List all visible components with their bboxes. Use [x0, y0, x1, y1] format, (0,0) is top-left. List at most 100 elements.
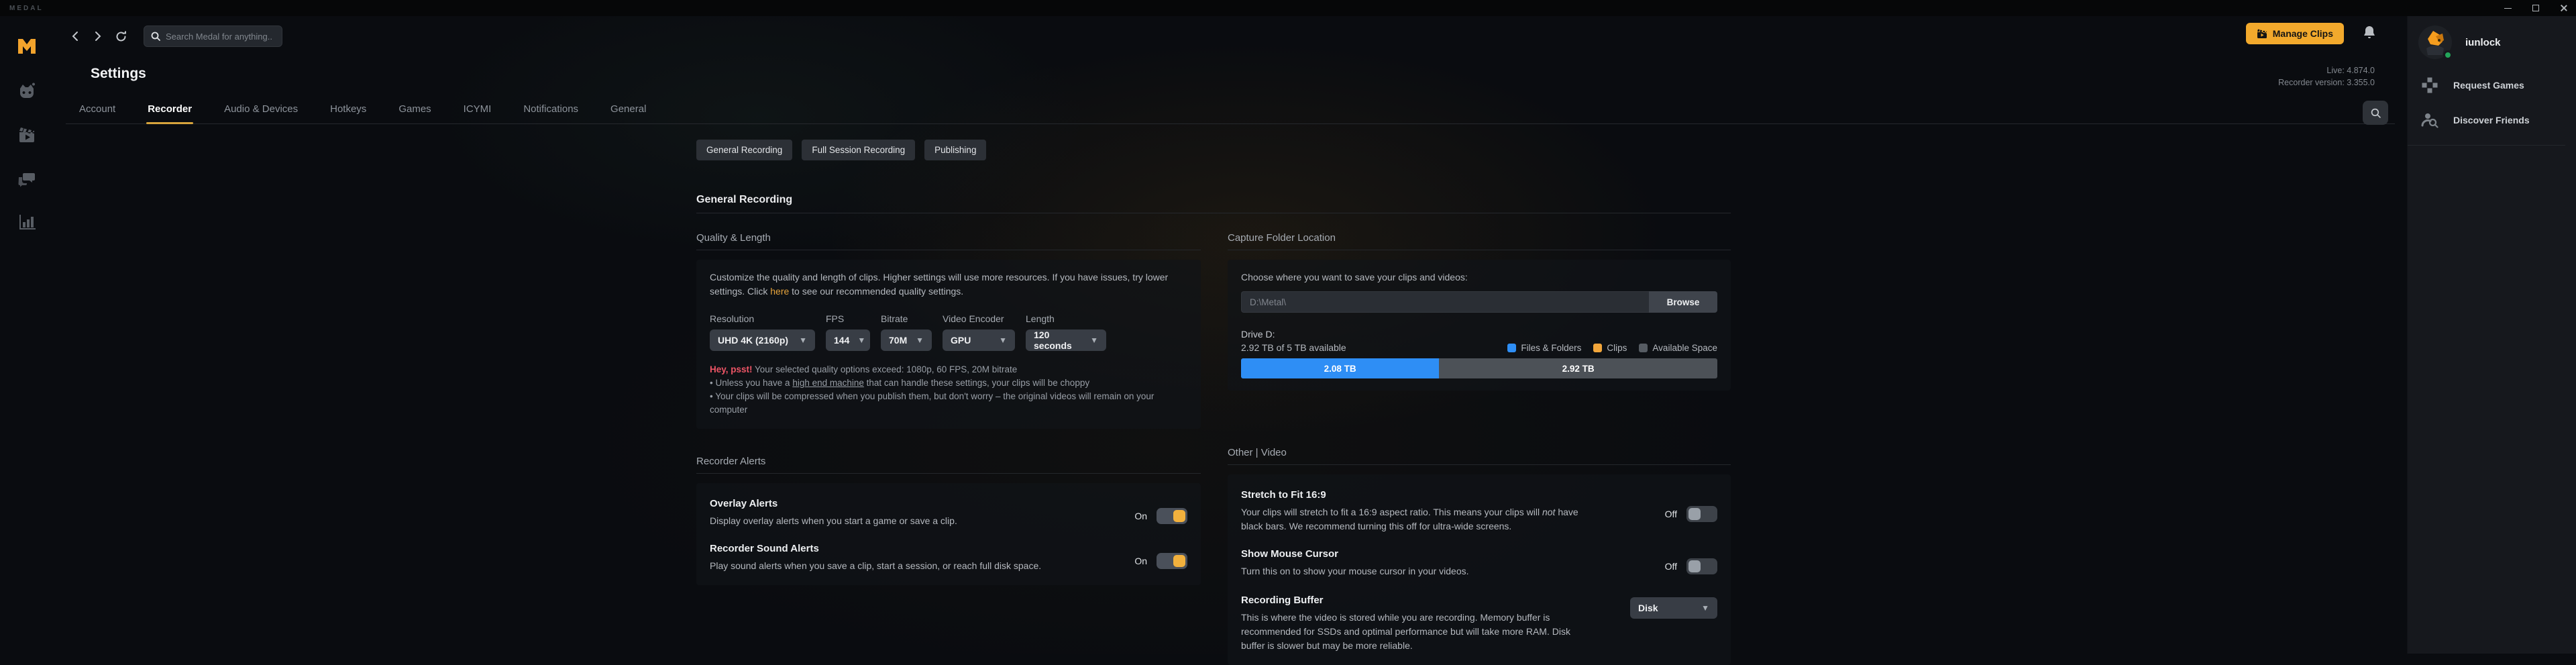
back-button[interactable]	[66, 27, 85, 46]
quality-description: Customize the quality and length of clip…	[710, 270, 1187, 299]
drive-used-segment: 2.08 TB	[1241, 358, 1439, 378]
stretch-description: Your clips will stretch to fit a 16:9 as…	[1241, 505, 1597, 533]
stretch-state: Off	[1665, 509, 1677, 519]
back-arrow-icon	[71, 31, 79, 42]
bitrate-label: Bitrate	[881, 313, 932, 324]
overlay-alerts-title: Overlay Alerts	[710, 498, 957, 509]
minimize-icon	[2504, 8, 2512, 9]
chat-icon[interactable]	[17, 169, 36, 188]
high-end-machine-link[interactable]: high end machine	[792, 378, 864, 388]
overlay-alerts-description: Display overlay alerts when you start a …	[710, 514, 957, 528]
overlay-alerts-toggle[interactable]	[1157, 508, 1187, 524]
search-icon	[151, 32, 160, 41]
tab-games[interactable]: Games	[397, 97, 432, 123]
capture-path-input[interactable]	[1241, 291, 1649, 313]
maximize-button[interactable]	[2529, 3, 2542, 13]
tab-icymi[interactable]: ICYMI	[462, 97, 493, 123]
notifications-button[interactable]	[2363, 25, 2376, 44]
close-button[interactable]	[2557, 3, 2571, 13]
mouse-cursor-toggle[interactable]	[1686, 558, 1717, 574]
settings-tabs: Account Recorder Audio & Devices Hotkeys…	[66, 97, 2395, 124]
tab-hotkeys[interactable]: Hotkeys	[329, 97, 368, 123]
search-input[interactable]	[166, 32, 273, 42]
settings-search-button[interactable]	[2363, 101, 2388, 125]
resolution-select[interactable]: UHD 4K (2160p)▼	[710, 329, 815, 351]
capture-choose-label: Choose where you want to save your clips…	[1241, 270, 1717, 285]
chevron-down-icon: ▼	[999, 336, 1007, 345]
tab-general[interactable]: General	[609, 97, 647, 123]
stretch-toggle[interactable]	[1686, 506, 1717, 522]
tab-audio-devices[interactable]: Audio & Devices	[223, 97, 299, 123]
main-area: Manage Clips Live: 4.874.0 Recorder vers…	[54, 16, 2407, 654]
social-sidebar: iunlock Request Games Discover Friends	[2407, 16, 2576, 654]
browse-button[interactable]: Browse	[1649, 291, 1717, 313]
here-link[interactable]: here	[770, 286, 789, 297]
stretch-title: Stretch to Fit 16:9	[1241, 489, 1597, 501]
overlay-alerts-state: On	[1134, 511, 1147, 521]
user-profile[interactable]: iunlock	[2418, 25, 2576, 59]
subtab-full-session-recording[interactable]: Full Session Recording	[802, 140, 915, 160]
gamepad-icon	[2421, 76, 2438, 94]
recording-buffer-title: Recording Buffer	[1241, 595, 1597, 606]
mascot-icon[interactable]	[17, 82, 36, 101]
tab-notifications[interactable]: Notifications	[522, 97, 580, 123]
discover-friends-icon	[2421, 111, 2438, 129]
other-video-heading: Other | Video	[1228, 447, 1731, 465]
recorder-version: Recorder version: 3.355.0	[2278, 76, 2375, 89]
toggle-knob	[1173, 510, 1185, 522]
bitrate-select[interactable]: 70M▼	[881, 329, 932, 351]
subtab-general-recording[interactable]: General Recording	[696, 140, 792, 160]
left-rail	[0, 16, 54, 654]
medal-logo[interactable]	[17, 38, 37, 58]
toggle-knob	[1688, 560, 1701, 572]
drive-legend: Files & Folders Clips Available Space	[1507, 343, 1717, 353]
recorder-alerts-heading: Recorder Alerts	[696, 456, 1201, 474]
overlay-alerts-row: Overlay Alerts Display overlay alerts wh…	[710, 498, 1187, 528]
capture-path-row: Browse	[1241, 291, 1717, 313]
drive-label: Drive D:	[1241, 329, 1717, 340]
left-column: Quality & Length Customize the quality a…	[696, 232, 1201, 665]
mouse-cursor-text: Show Mouse Cursor Turn this on to show y…	[1241, 548, 1469, 578]
discover-friends-item[interactable]: Discover Friends	[2418, 111, 2576, 129]
sound-alerts-text: Recorder Sound Alerts Play sound alerts …	[710, 543, 1041, 573]
quality-length-panel: Customize the quality and length of clip…	[696, 260, 1201, 429]
video-encoder-label: Video Encoder	[943, 313, 1015, 324]
manage-clips-label: Manage Clips	[2273, 28, 2333, 39]
sound-alerts-control: On	[1134, 548, 1187, 573]
sound-alerts-state: On	[1134, 556, 1147, 566]
manage-clips-button[interactable]: Manage Clips	[2246, 23, 2344, 44]
fps-group: FPS 144▼	[826, 313, 870, 351]
quality-dropdowns: Resolution UHD 4K (2160p)▼ FPS 144▼ Bitr…	[710, 313, 1187, 351]
clips-swatch	[1593, 344, 1602, 352]
request-games-label: Request Games	[2453, 80, 2524, 91]
refresh-button[interactable]	[111, 27, 130, 46]
forward-button[interactable]	[89, 27, 107, 46]
stats-icon[interactable]	[17, 213, 36, 232]
mouse-cursor-state: Off	[1665, 561, 1677, 572]
global-search[interactable]	[144, 25, 282, 47]
section-heading: General Recording	[696, 194, 1731, 213]
window-titlebar: MEDAL	[0, 0, 2576, 16]
length-label: Length	[1026, 313, 1106, 324]
settings-content: General Recording Full Session Recording…	[696, 140, 1731, 665]
video-encoder-select[interactable]: GPU▼	[943, 329, 1015, 351]
window-title: MEDAL	[9, 5, 44, 12]
tab-recorder[interactable]: Recorder	[146, 97, 193, 123]
chevron-down-icon: ▼	[857, 336, 865, 345]
sound-alerts-toggle[interactable]	[1157, 553, 1187, 569]
recording-buffer-select[interactable]: Disk▼	[1630, 597, 1717, 619]
fps-select[interactable]: 144▼	[826, 329, 870, 351]
length-select[interactable]: 120 seconds▼	[1026, 329, 1106, 351]
bell-icon	[2363, 25, 2376, 40]
recorder-subtabs: General Recording Full Session Recording…	[696, 140, 1731, 160]
tab-account[interactable]: Account	[78, 97, 117, 123]
sound-alerts-description: Play sound alerts when you save a clip, …	[710, 559, 1041, 573]
toggle-knob	[1173, 555, 1185, 567]
mouse-cursor-title: Show Mouse Cursor	[1241, 548, 1469, 560]
clips-icon[interactable]	[17, 125, 36, 144]
stretch-control: Off	[1665, 495, 1717, 533]
recording-buffer-text: Recording Buffer This is where the video…	[1241, 595, 1597, 653]
request-games-item[interactable]: Request Games	[2418, 76, 2576, 94]
subtab-publishing[interactable]: Publishing	[924, 140, 986, 160]
minimize-button[interactable]	[2501, 3, 2514, 13]
